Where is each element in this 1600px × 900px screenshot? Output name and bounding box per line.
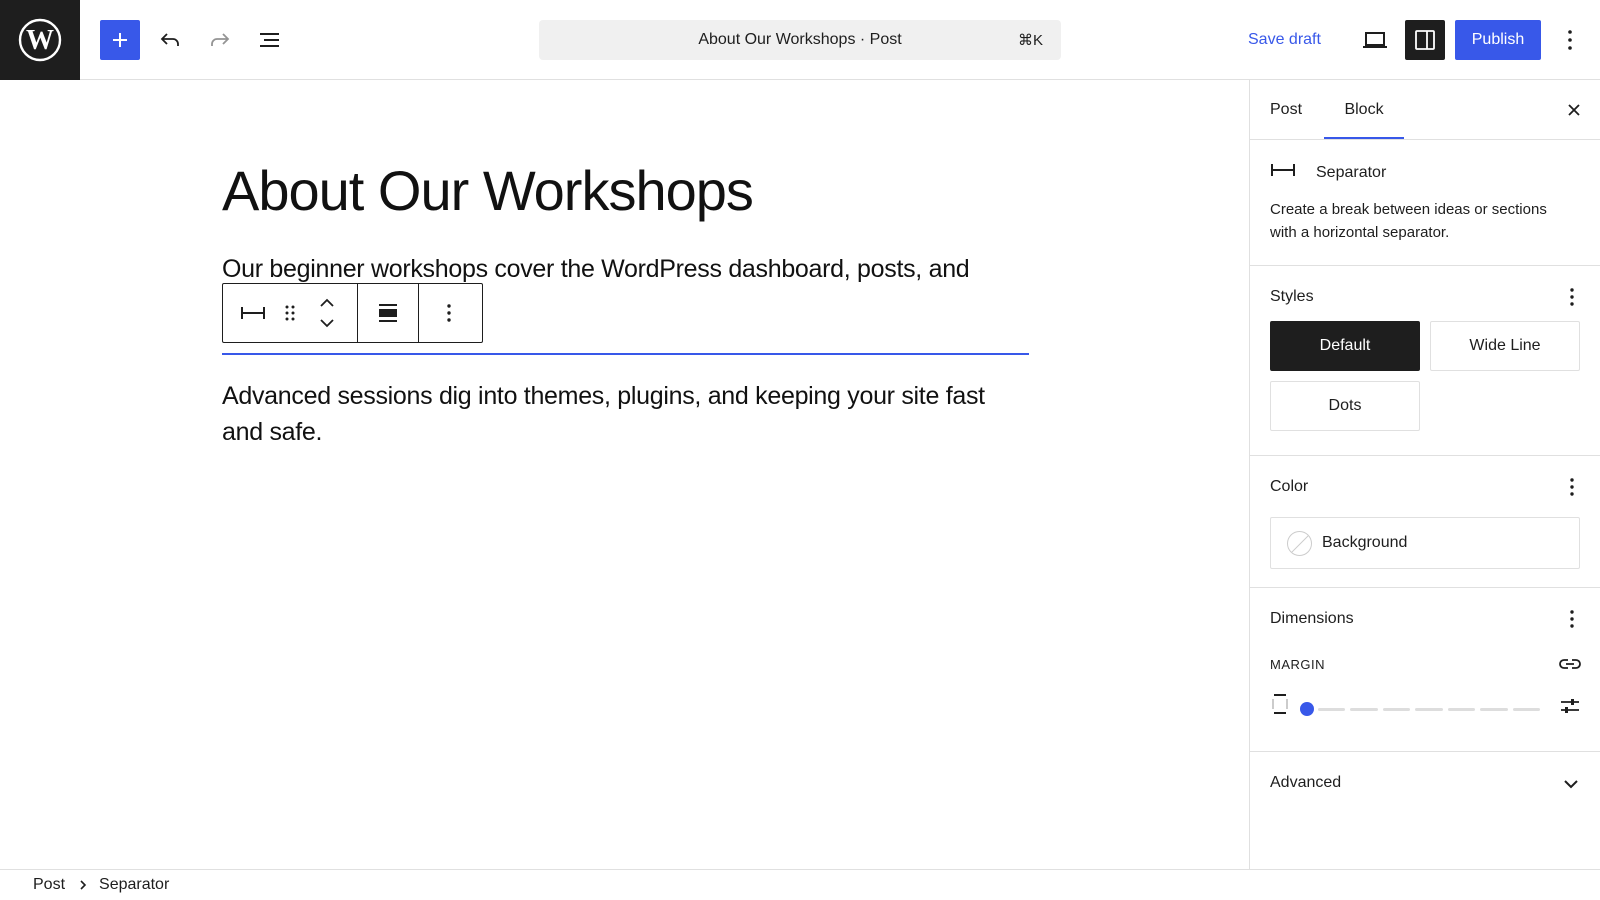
list-view-icon	[260, 33, 279, 47]
more-vertical-icon	[1570, 478, 1574, 496]
chevron-up-icon[interactable]	[319, 298, 335, 308]
plus-icon	[113, 33, 127, 47]
active-tab-indicator	[1324, 137, 1404, 139]
slider-thumb[interactable]	[1300, 702, 1314, 716]
tab-block[interactable]: Block	[1324, 80, 1404, 140]
link-icon	[1559, 659, 1581, 669]
editor-canvas[interactable]: About Our Workshops Our beginner worksho…	[0, 80, 1249, 869]
svg-text:W: W	[26, 25, 54, 56]
more-vertical-icon	[447, 304, 451, 322]
more-vertical-icon	[1570, 288, 1574, 306]
add-block-button[interactable]	[100, 20, 140, 60]
more-vertical-icon	[1568, 30, 1572, 50]
tab-post[interactable]: Post	[1270, 80, 1302, 140]
custom-value-button[interactable]	[1556, 692, 1584, 720]
editor-header: W About Our Workshops · Post ⌘K Save dra…	[0, 0, 1600, 80]
shortcut-hint: ⌘K	[1017, 32, 1043, 49]
expand-advanced-button[interactable]	[1558, 772, 1584, 796]
drag-handle-icon	[285, 305, 295, 321]
panel-title: Color	[1270, 478, 1309, 495]
color-panel: Color Background	[1250, 456, 1600, 588]
block-description: Create a break between ideas or sections…	[1270, 201, 1547, 241]
document-title: About Our Workshops · Post	[698, 31, 902, 48]
settings-sliders-icon	[1561, 699, 1579, 713]
align-button[interactable]	[358, 284, 418, 342]
panel-title: Dimensions	[1270, 610, 1354, 627]
settings-toggle-button[interactable]	[1405, 20, 1445, 60]
chevron-down-icon	[1564, 780, 1578, 789]
block-toolbar-group-options	[419, 284, 479, 342]
styles-panel: Styles Default Wide Line Dots	[1250, 266, 1600, 456]
dimensions-panel: Dimensions MARGIN	[1250, 588, 1600, 752]
color-options-button[interactable]	[1560, 474, 1584, 500]
more-vertical-icon	[1570, 610, 1574, 628]
redo-icon	[211, 33, 230, 46]
settings-sidebar: Post Block Separator Create a break betw…	[1249, 80, 1600, 869]
styles-options-button[interactable]	[1560, 284, 1584, 310]
separator-icon	[241, 307, 265, 319]
block-breadcrumb: Post Separator	[0, 869, 1600, 900]
paragraph-block[interactable]: Advanced sessions dig into themes, plugi…	[222, 378, 1022, 450]
block-options-button[interactable]	[419, 284, 479, 342]
paragraph-block[interactable]: Our beginner workshops cover the WordPre…	[222, 255, 1042, 284]
margin-slider[interactable]	[1300, 702, 1540, 716]
slider-track	[1318, 708, 1540, 711]
block-toolbar	[222, 283, 483, 343]
preview-button[interactable]	[1355, 20, 1395, 60]
block-type-switcher[interactable]	[223, 284, 283, 342]
chevron-down-icon[interactable]	[319, 318, 335, 328]
background-color-button[interactable]: Background	[1270, 517, 1580, 569]
options-menu-button[interactable]	[1550, 20, 1590, 60]
publish-button[interactable]: Publish	[1455, 20, 1541, 60]
chevron-right-icon	[79, 879, 87, 891]
undo-button[interactable]	[150, 20, 190, 60]
panel-title: Styles	[1270, 288, 1314, 305]
move-block-controls	[297, 284, 357, 342]
dimensions-options-button[interactable]	[1560, 606, 1584, 632]
close-settings-button[interactable]	[1560, 96, 1588, 124]
background-label: Background	[1322, 534, 1408, 551]
unlink-sides-button[interactable]	[1556, 650, 1584, 678]
wordpress-logo-button[interactable]: W	[0, 0, 80, 80]
block-toolbar-group-align	[358, 284, 419, 342]
undo-icon	[160, 33, 179, 46]
document-overview-button[interactable]	[250, 20, 290, 60]
post-title[interactable]: About Our Workshops	[222, 158, 754, 223]
margin-label: MARGIN	[1270, 657, 1325, 672]
separator-block[interactable]	[222, 353, 1029, 355]
sidebar-icon	[1415, 30, 1435, 50]
block-card: Separator Create a break between ideas o…	[1250, 140, 1600, 266]
style-wide-line-button[interactable]: Wide Line	[1430, 321, 1580, 371]
empty-color-swatch-icon	[1287, 530, 1312, 556]
save-draft-button[interactable]: Save draft	[1248, 20, 1321, 60]
separator-icon	[1270, 162, 1296, 183]
close-icon	[1568, 104, 1580, 116]
block-name: Separator	[1316, 164, 1387, 181]
margin-vertical-sides-icon	[1270, 693, 1290, 720]
sidebar-tabs: Post Block	[1250, 80, 1600, 140]
drag-handle[interactable]	[283, 284, 297, 342]
wordpress-icon: W	[18, 18, 62, 62]
command-palette-bar[interactable]: About Our Workshops · Post ⌘K	[539, 20, 1061, 60]
redo-button[interactable]	[200, 20, 240, 60]
breadcrumb-post[interactable]: Post	[33, 876, 65, 894]
panel-title: Advanced	[1270, 774, 1342, 791]
desktop-icon	[1363, 32, 1387, 48]
style-dots-button[interactable]: Dots	[1270, 381, 1420, 431]
style-default-button[interactable]: Default	[1270, 321, 1420, 371]
breadcrumb-separator[interactable]: Separator	[99, 876, 169, 894]
block-toolbar-group-switcher	[223, 284, 358, 342]
advanced-panel[interactable]: Advanced	[1250, 752, 1600, 814]
align-none-icon	[379, 304, 397, 322]
